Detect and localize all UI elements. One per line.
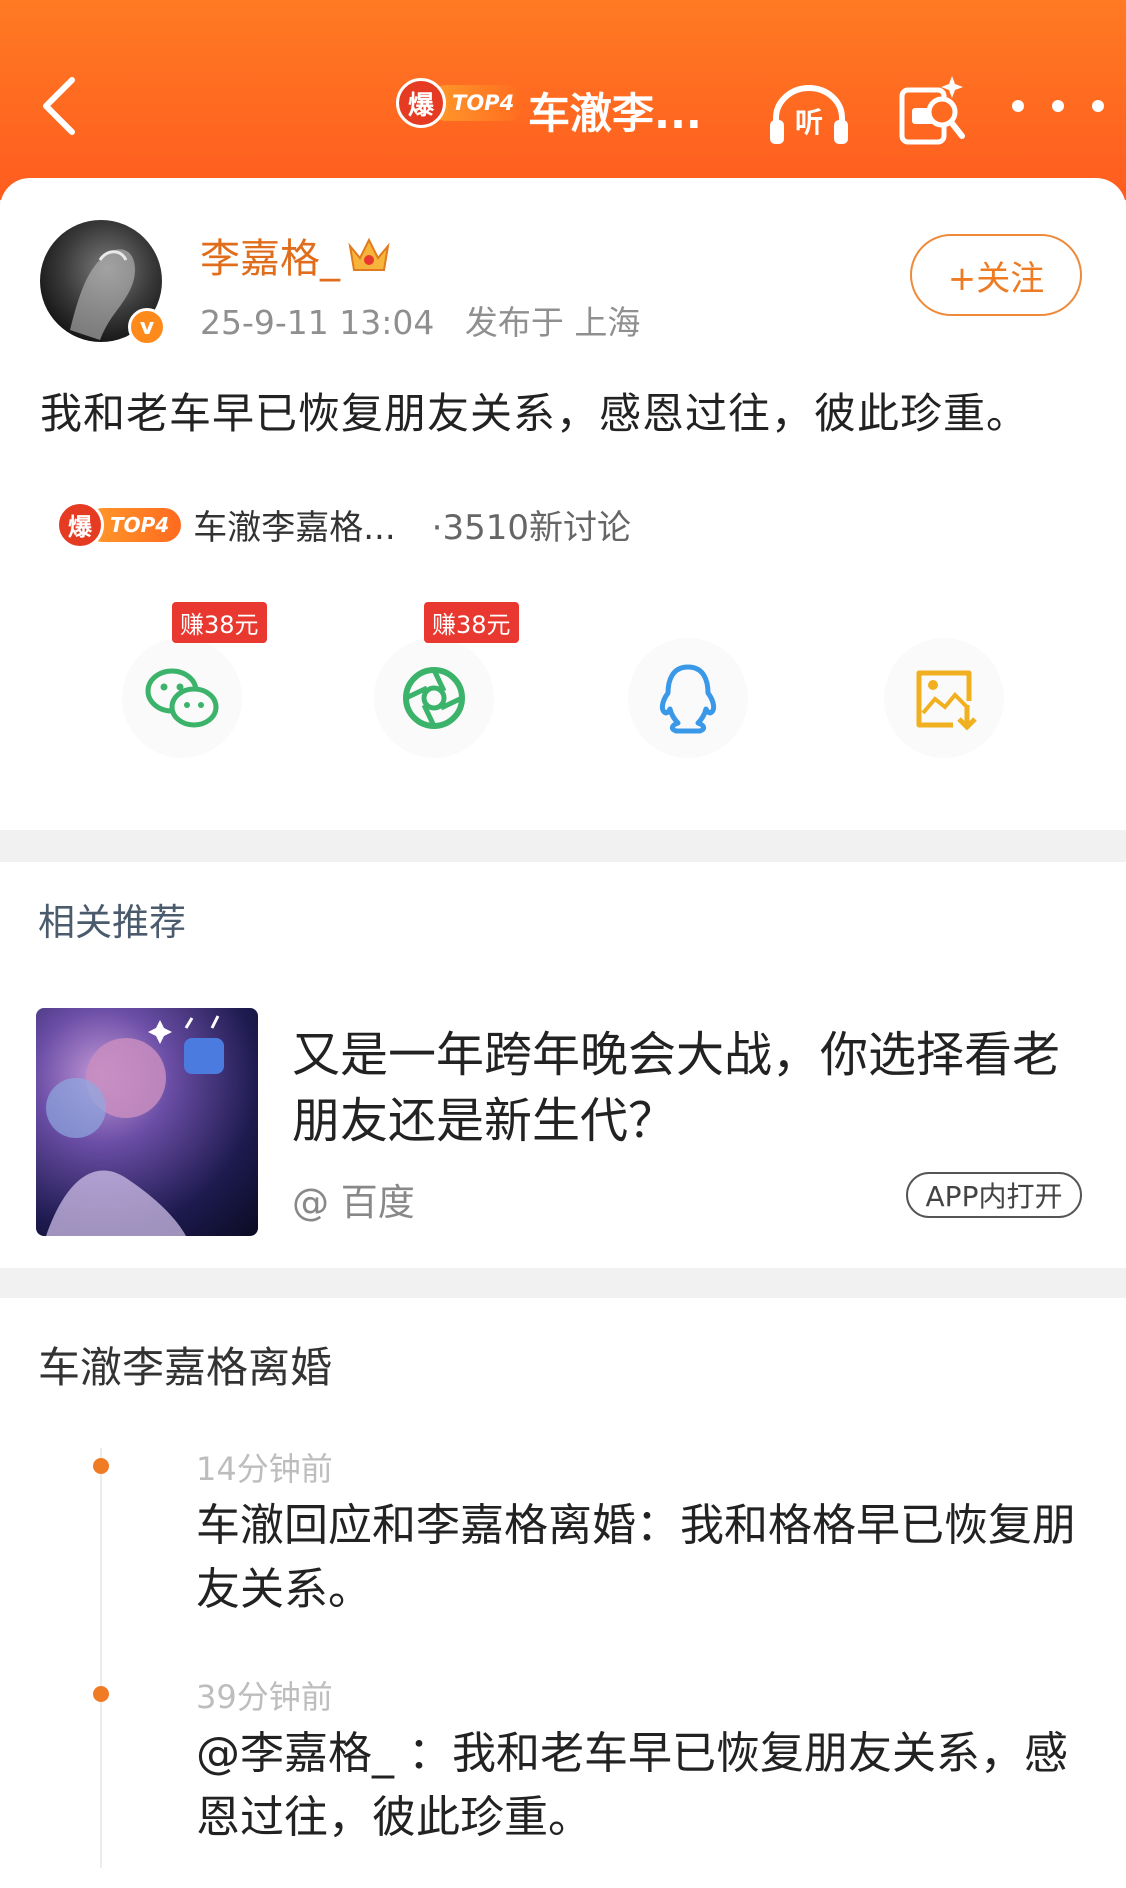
gift-button[interactable] <box>898 70 968 146</box>
post-card: v 李嘉格_ 25-9-11 13:04 发布于 上海 +关注 我和老车早已恢复… <box>0 178 1126 830</box>
boom-icon: 爆 <box>396 78 446 128</box>
qq-icon <box>659 664 717 734</box>
post-meta: 25-9-11 13:04 发布于 上海 <box>200 296 640 344</box>
thumbnail-art <box>46 1015 224 1236</box>
crown-icon <box>348 237 390 271</box>
verified-badge: v <box>128 308 166 346</box>
post-text: 我和老车早已恢复朋友关系，感恩过往，彼此珍重。 <box>40 389 1030 438</box>
related-section: 相关推荐 又是一年跨年晚会大战，你选择看老朋友还是新生代？ @ 百度 APP内打… <box>0 862 1126 1268</box>
share-moments-button[interactable]: 赚38元 <box>374 602 519 758</box>
timeline-section: 车澈李嘉格离婚 14分钟前 车澈回应和李嘉格离婚：我和格格早已恢复朋友关系。 3… <box>0 1298 1126 1888</box>
timeline-time: 39分钟前 <box>196 1678 333 1716</box>
more-dot <box>1092 100 1104 112</box>
boom-icon: 爆 <box>56 500 104 549</box>
share-wechat-button[interactable]: 赚38元 <box>122 602 267 758</box>
back-button[interactable] <box>28 70 98 140</box>
gift-icon <box>899 76 965 145</box>
recommend-title[interactable]: 又是一年跨年晚会大战，你选择看老朋友还是新生代？ <box>292 1022 1082 1154</box>
more-button[interactable] <box>1012 90 1104 122</box>
save-image-icon <box>916 670 977 731</box>
recommend-source: @ 百度 <box>292 1181 415 1224</box>
avatar[interactable]: v <box>40 220 166 346</box>
section-heading: 相关推荐 <box>38 901 186 944</box>
save-image-button[interactable] <box>884 638 1004 758</box>
follow-button[interactable]: +关注 <box>910 234 1082 316</box>
top-bar: 爆 TOP4 车澈李... 听 <box>0 0 1126 200</box>
earn-badge: 赚38元 <box>172 602 267 643</box>
timeline-text[interactable]: @李嘉格_ ：我和老车早已恢复朋友关系，感恩过往，彼此珍重。 <box>196 1722 1076 1850</box>
topic-name: 车澈李嘉格... <box>193 508 396 548</box>
timeline-text[interactable]: 车澈回应和李嘉格离婚：我和格格早已恢复朋友关系。 <box>196 1494 1076 1622</box>
back-icon <box>43 77 75 135</box>
moments-icon <box>403 667 465 729</box>
listen-char: 听 <box>795 106 823 139</box>
timeline-line <box>100 1448 102 1868</box>
post-time: 25-9-11 13:04 <box>200 303 435 342</box>
topic-count: ·3510新讨论 <box>431 508 631 548</box>
hot-rank-badge: 爆 TOP4 <box>396 78 527 128</box>
timeline-heading[interactable]: 车澈李嘉格离婚 <box>38 1334 332 1395</box>
timeline-dot <box>93 1686 109 1702</box>
recommend-thumbnail[interactable] <box>36 1008 258 1236</box>
post-location: 发布于 上海 <box>464 303 641 342</box>
more-dot <box>1052 100 1064 112</box>
timeline-dot <box>93 1458 109 1474</box>
username[interactable]: 李嘉格_ <box>200 226 392 284</box>
earn-badge: 赚38元 <box>424 602 519 643</box>
listen-button[interactable]: 听 <box>768 82 850 148</box>
page-title[interactable]: 车澈李... <box>528 80 702 141</box>
more-dot <box>1012 100 1024 112</box>
share-qq-button[interactable] <box>628 638 748 758</box>
listen-icon: 听 <box>770 85 848 144</box>
username-text: 李嘉格_ <box>200 236 340 282</box>
wechat-icon <box>145 668 219 728</box>
topic-link[interactable]: 爆 TOP4 车澈李嘉格... ·3510新讨论 <box>56 500 631 549</box>
share-row: 赚38元 赚38元 <box>0 602 1126 758</box>
open-in-app-button[interactable]: APP内打开 <box>906 1172 1082 1218</box>
timeline-time: 14分钟前 <box>196 1450 333 1488</box>
